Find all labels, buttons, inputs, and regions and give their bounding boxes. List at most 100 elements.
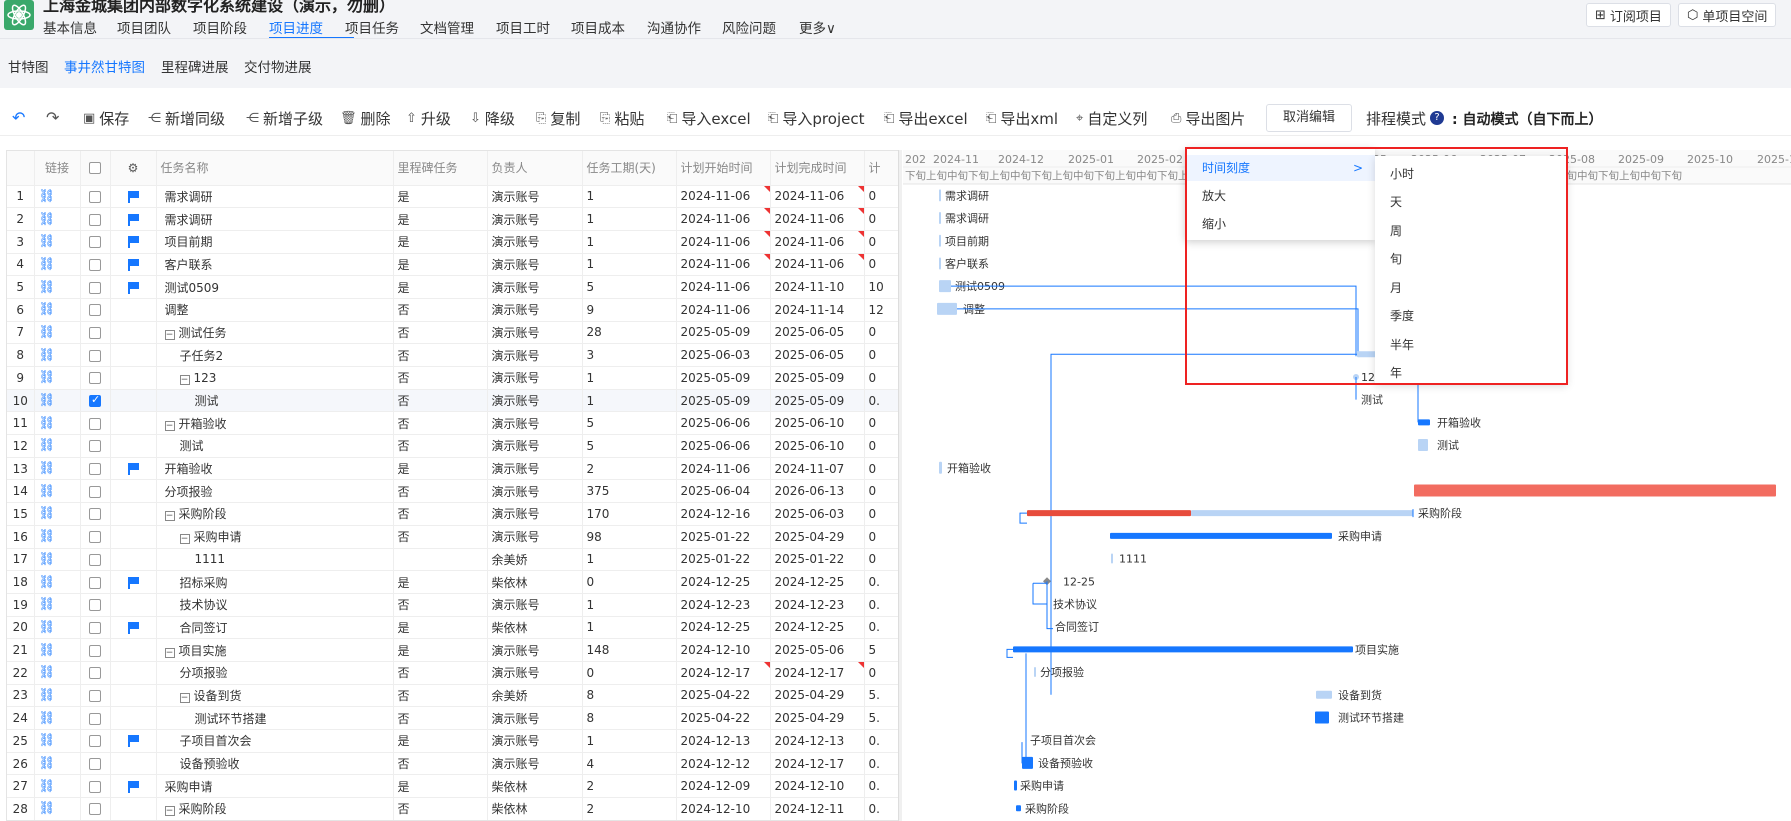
- collapse-icon[interactable]: −: [164, 329, 175, 340]
- column-settings-icon[interactable]: ⚙: [128, 161, 139, 175]
- upgrade-button[interactable]: ⇧ 升级: [406, 108, 451, 129]
- start-date-cell[interactable]: 2025-05-09: [676, 389, 771, 413]
- menu-zoom-in[interactable]: 放大: [1185, 183, 1375, 209]
- copy-button[interactable]: ⎘ 复制: [536, 108, 580, 129]
- end-date-cell[interactable]: 2025-06-10: [770, 434, 865, 458]
- row-checkbox[interactable]: [89, 803, 101, 816]
- task-name-cell[interactable]: 1111: [156, 548, 394, 572]
- project-space-button[interactable]: ⬡ 单项目空间: [1678, 3, 1777, 27]
- col-header-2[interactable]: [80, 151, 111, 186]
- row-checkbox-cell[interactable]: [80, 389, 111, 413]
- duration-cell[interactable]: 4: [582, 752, 677, 776]
- table-row[interactable]: 15 ⛓ − 采购阶段否演示账号 170 2024-12-16 2025-06-03 0: [7, 502, 900, 526]
- extra-cell[interactable]: 0.: [864, 570, 900, 594]
- start-date-cell[interactable]: 2024-12-10: [676, 797, 771, 820]
- link-icon[interactable]: ⛓: [34, 593, 81, 617]
- milestone-cell[interactable]: [393, 548, 488, 572]
- nav-team[interactable]: 项目团队: [117, 17, 171, 37]
- row-checkbox[interactable]: [89, 440, 101, 453]
- link-icon[interactable]: ⛓: [34, 230, 81, 254]
- extra-cell[interactable]: 0: [864, 321, 900, 345]
- owner-cell[interactable]: 演示账号: [487, 185, 583, 209]
- table-row[interactable]: 16 ⛓ − 采购申请否演示账号 98 2025-01-22 2025-04-29 0: [7, 525, 900, 549]
- start-date-cell[interactable]: 2024-12-09: [676, 774, 771, 799]
- extra-cell[interactable]: 0.: [864, 752, 900, 776]
- owner-cell[interactable]: 柴依林: [487, 774, 583, 799]
- start-date-cell[interactable]: 2024-11-06: [676, 207, 771, 231]
- table-row[interactable]: 27 ⛓ 采购申请 是柴依林 2 2024-12-09 2024-12-10 0.: [7, 774, 900, 799]
- owner-cell[interactable]: 余美娇: [487, 684, 583, 708]
- scale-quarter[interactable]: 季度: [1390, 307, 1414, 324]
- link-icon[interactable]: ⛓: [34, 411, 81, 436]
- export-xml-button[interactable]: ⎗ 导出xml: [986, 108, 1058, 129]
- task-name-cell[interactable]: 测试0509: [156, 275, 394, 299]
- row-checkbox[interactable]: [89, 485, 101, 498]
- save-button[interactable]: ▣ 保存: [83, 108, 129, 129]
- task-name-cell[interactable]: 分项报验: [156, 479, 394, 504]
- menu-zoom-out[interactable]: 缩小: [1185, 211, 1375, 237]
- table-row[interactable]: 22 ⛓ 分项报验否演示账号 0 2024-12-17 2024-12-17 0: [7, 661, 900, 685]
- table-row[interactable]: 18 ⛓ 招标采购是柴依林 0 2024-12-25 2024-12-25 0.: [7, 570, 900, 594]
- owner-cell[interactable]: 演示账号: [487, 502, 583, 526]
- task-name-cell[interactable]: 招标采购: [156, 570, 394, 594]
- link-icon[interactable]: ⛓: [34, 684, 81, 708]
- link-icon[interactable]: ⛓: [34, 185, 81, 209]
- add-sibling-button[interactable]: ⋲ 新增同级: [148, 108, 225, 129]
- task-name-cell[interactable]: 子任务2: [156, 343, 394, 367]
- duration-cell[interactable]: 1: [582, 185, 677, 209]
- start-date-cell[interactable]: 2025-05-09: [676, 321, 771, 345]
- end-date-cell[interactable]: 2025-06-05: [770, 343, 865, 367]
- table-row[interactable]: 2 ⛓ 需求调研是演示账号 1 2024-11-06 2024-11-06 0: [7, 207, 900, 231]
- milestone-cell[interactable]: 是: [393, 638, 488, 662]
- duration-cell[interactable]: 3: [582, 343, 677, 367]
- milestone-cell[interactable]: 否: [393, 797, 488, 820]
- link-icon[interactable]: ⛓: [34, 525, 81, 549]
- duration-cell[interactable]: 148: [582, 638, 677, 662]
- link-icon[interactable]: ⛓: [34, 661, 81, 685]
- duration-cell[interactable]: 5: [582, 411, 677, 436]
- table-row[interactable]: 13 ⛓ 开箱验收 是演示账号 2 2024-11-06 2024-11-07 0: [7, 457, 900, 481]
- extra-cell[interactable]: 0.: [864, 616, 900, 640]
- link-icon[interactable]: ⛓: [34, 638, 81, 662]
- end-date-cell[interactable]: 2024-12-25: [770, 616, 865, 640]
- duration-cell[interactable]: 1: [582, 366, 677, 390]
- row-checkbox-cell[interactable]: [80, 434, 111, 458]
- end-date-cell[interactable]: 2024-12-11: [770, 797, 865, 820]
- duration-cell[interactable]: 9: [582, 298, 677, 322]
- start-date-cell[interactable]: 2025-01-22: [676, 525, 771, 549]
- extra-cell[interactable]: 0.: [864, 729, 900, 753]
- row-checkbox-cell[interactable]: [80, 275, 111, 299]
- duration-cell[interactable]: 0: [582, 570, 677, 594]
- owner-cell[interactable]: 演示账号: [487, 275, 583, 299]
- row-checkbox-cell[interactable]: [80, 185, 111, 209]
- task-name-cell[interactable]: − 采购阶段: [156, 502, 394, 526]
- col-header-3[interactable]: ⚙: [110, 151, 157, 186]
- extra-cell[interactable]: 0.: [864, 797, 900, 820]
- extra-cell[interactable]: 0: [864, 457, 900, 481]
- milestone-cell[interactable]: 否: [393, 706, 488, 730]
- task-name-cell[interactable]: 项目前期: [156, 230, 394, 254]
- link-icon[interactable]: ⛓: [34, 434, 81, 458]
- milestone-cell[interactable]: 是: [393, 253, 488, 277]
- owner-cell[interactable]: 演示账号: [487, 706, 583, 730]
- col-header-5[interactable]: 里程碑任务: [393, 151, 488, 186]
- owner-cell[interactable]: 演示账号: [487, 321, 583, 345]
- task-name-cell[interactable]: 测试环节搭建: [156, 706, 394, 730]
- row-checkbox[interactable]: [89, 508, 101, 521]
- milestone-cell[interactable]: 否: [393, 411, 488, 436]
- milestone-cell[interactable]: 否: [393, 752, 488, 776]
- row-checkbox-cell[interactable]: [80, 321, 111, 345]
- scale-hour[interactable]: 小时: [1390, 165, 1414, 182]
- owner-cell[interactable]: 柴依林: [487, 570, 583, 594]
- col-header-1[interactable]: 链接: [34, 151, 81, 186]
- owner-cell[interactable]: 柴依林: [487, 797, 583, 820]
- duration-cell[interactable]: 1: [582, 548, 677, 572]
- extra-cell[interactable]: 0.: [864, 593, 900, 617]
- row-checkbox-cell[interactable]: [80, 253, 111, 277]
- export-image-button[interactable]: ⎙ 导出图片: [1171, 108, 1245, 129]
- end-date-cell[interactable]: 2024-11-06: [770, 185, 865, 209]
- duration-cell[interactable]: 1: [582, 207, 677, 231]
- row-checkbox-cell[interactable]: [80, 661, 111, 685]
- task-name-cell[interactable]: 客户联系: [156, 253, 394, 277]
- duration-cell[interactable]: 1: [582, 253, 677, 277]
